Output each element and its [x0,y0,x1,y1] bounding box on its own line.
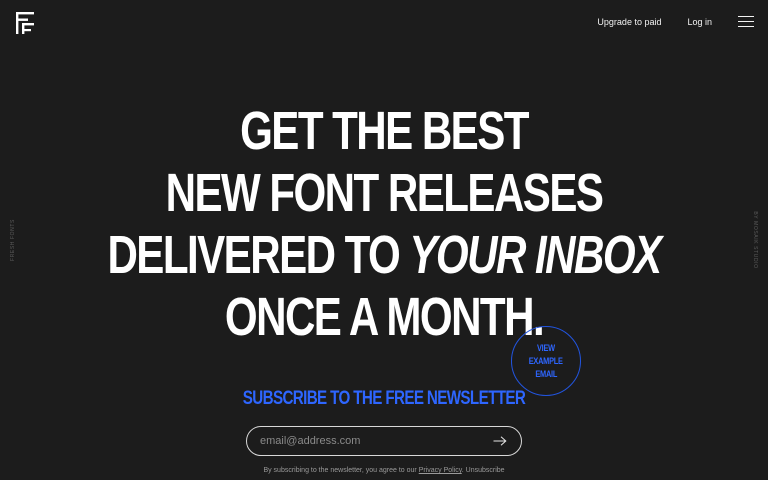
hamburger-menu-icon[interactable] [738,16,754,28]
subscribe-title: SUBSCRIBE TO THE FREE NEWSLETTER [242,388,526,409]
badge-line-3: EMAIL [535,368,557,379]
email-input[interactable] [247,434,485,448]
hero-line-3-italic: YOUR INBOX [409,225,662,285]
upgrade-link[interactable]: Upgrade to paid [597,17,661,27]
hero-line-1: GET THE BEST [240,101,529,161]
newsletter-form [246,426,522,456]
login-link[interactable]: Log in [687,17,712,27]
top-nav: Upgrade to paid Log in [597,16,754,28]
fineprint-before: By subscribing to the newsletter, you ag… [263,467,419,474]
hero-line-3: DELIVERED TO YOUR INBOX [84,224,683,286]
badge-line-2: EXAMPLE [529,355,563,366]
hero-line-3-plain: DELIVERED TO [107,225,410,285]
page: Upgrade to paid Log in FRESH FONTS BY MO… [0,0,768,480]
arrow-right-icon[interactable] [485,427,515,455]
hero-line-4: ONCE A MONTH. [224,287,545,347]
privacy-policy-link[interactable]: Privacy Policy [419,467,462,474]
hero-line-2: NEW FONT RELEASES [165,163,604,223]
subscription-fineprint: By subscribing to the newsletter, you ag… [0,467,768,474]
ff-logo-icon[interactable] [16,12,34,34]
fineprint-after: . Unsubscribe [461,467,505,474]
hero-headline: GET THE BEST NEW FONT RELEASES DELIVERED… [0,100,768,348]
view-example-email-button[interactable]: VIEW EXAMPLE EMAIL [511,326,581,396]
badge-line-1: VIEW [537,342,555,353]
